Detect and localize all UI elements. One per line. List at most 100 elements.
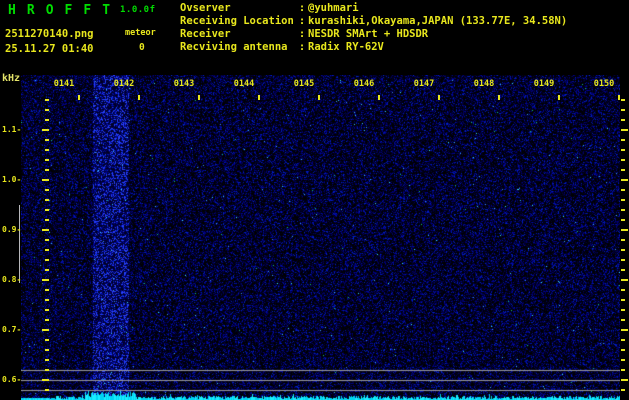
y-axis-tick-label: 0.9-: [2, 225, 22, 234]
y-axis-tick-right: [621, 119, 625, 121]
y-axis-tick-right: [621, 189, 625, 191]
x-axis-time-label: 0147: [413, 79, 435, 89]
observer-info-row: Receiver: NESDR SMArt + HDSDR: [180, 28, 567, 41]
y-axis-tick-left: [45, 99, 49, 101]
y-axis-unit-label: kHz: [2, 73, 21, 84]
x-axis-time-label: 0143: [173, 79, 195, 89]
y-axis-tick-right: [621, 129, 628, 131]
y-axis-tick-left: [45, 189, 49, 191]
x-axis-minute-tick: [618, 95, 620, 100]
frequency-range-marker-bar: [19, 205, 20, 283]
y-axis-tick-label: 1.1-: [2, 125, 22, 134]
y-axis-tick-right: [621, 389, 625, 391]
x-axis-minute-tick: [558, 95, 560, 100]
y-axis-tick-right: [621, 169, 625, 171]
y-axis-tick-left: [45, 119, 49, 121]
observer-info-row: Ovserver: @yuhmari: [180, 2, 567, 15]
y-axis-tick-right: [621, 199, 625, 201]
y-axis-tick-left: [45, 139, 49, 141]
meteor-count-value: 0: [139, 42, 145, 53]
y-axis-tick-left: [42, 179, 49, 181]
info-label: Recviving antenna: [180, 41, 288, 53]
x-axis-time-label: 0142: [113, 79, 135, 89]
y-axis-tick-left: [45, 299, 49, 301]
x-axis-minute-tick: [438, 95, 440, 100]
y-axis-tick-right: [621, 299, 625, 301]
x-axis-time-label: 0144: [233, 79, 255, 89]
y-axis-tick-left: [45, 159, 49, 161]
info-label: Ovserver: [180, 2, 231, 14]
y-axis-tick-right: [621, 359, 625, 361]
y-axis-tick-left: [45, 319, 49, 321]
y-axis-tick-left: [45, 249, 49, 251]
y-axis-tick-right: [621, 149, 625, 151]
observer-info-row: Receiving Location: kurashiki,Okayama,JAP…: [180, 15, 567, 28]
app-title: H R O F F T: [8, 3, 112, 18]
x-axis-time-label: 0149: [533, 79, 555, 89]
y-axis-tick-right: [621, 229, 628, 231]
y-axis-tick-right: [621, 269, 625, 271]
y-axis-tick-left: [45, 369, 49, 371]
y-axis-tick-right: [621, 239, 625, 241]
y-axis-tick-right: [621, 99, 625, 101]
spectrogram-canvas: [21, 75, 620, 400]
y-axis-tick-left: [45, 389, 49, 391]
y-axis-tick-left: [42, 229, 49, 231]
info-value: @yuhmari: [308, 2, 359, 14]
y-axis-tick-left: [45, 199, 49, 201]
x-axis-time-label: 0141: [53, 79, 75, 89]
x-axis-minute-tick: [138, 95, 140, 100]
x-axis-minute-tick: [258, 95, 260, 100]
y-axis-tick-label: 0.7-: [2, 325, 22, 334]
x-axis-minute-tick: [78, 95, 80, 100]
info-separator: :: [298, 2, 306, 14]
y-axis-tick-left: [45, 339, 49, 341]
info-separator: :: [298, 15, 306, 27]
x-axis-minute-tick: [498, 95, 500, 100]
y-axis-tick-label: 0.8-: [2, 275, 22, 284]
x-axis-time-label: 0148: [473, 79, 495, 89]
y-axis-tick-right: [621, 279, 628, 281]
info-separator: :: [298, 41, 306, 53]
hrofft-window: { "app": { "title": "H R O F F T", "vers…: [0, 0, 629, 400]
y-axis-tick-left: [42, 279, 49, 281]
y-axis-tick-right: [621, 379, 628, 381]
y-axis-tick-left: [45, 149, 49, 151]
y-axis-tick-left: [42, 379, 49, 381]
y-axis-tick-left: [45, 259, 49, 261]
y-axis-tick-right: [621, 339, 625, 341]
y-axis-tick-right: [621, 139, 625, 141]
y-axis-tick-right: [621, 349, 625, 351]
y-axis-tick-label: 1.0-: [2, 175, 22, 184]
y-axis-tick-left: [45, 269, 49, 271]
x-axis-time-label: 0146: [353, 79, 375, 89]
y-axis-tick-right: [621, 289, 625, 291]
y-axis-tick-left: [45, 109, 49, 111]
y-axis-tick-left: [45, 239, 49, 241]
info-value: kurashiki,Okayama,JAPAN (133.77E, 34.58N…: [308, 15, 568, 27]
x-axis-minute-tick: [318, 95, 320, 100]
output-filename: 2511270140.png: [5, 28, 94, 40]
y-axis-tick-right: [621, 259, 625, 261]
x-axis-time-label: 0145: [293, 79, 315, 89]
y-axis-tick-right: [621, 219, 625, 221]
info-label: Receiver: [180, 28, 231, 40]
info-value: Radix RY-62V: [308, 41, 384, 53]
y-axis-tick-right: [621, 209, 625, 211]
y-axis-tick-right: [621, 249, 625, 251]
x-axis-minute-tick: [198, 95, 200, 100]
y-axis-tick-left: [45, 219, 49, 221]
y-axis-tick-left: [45, 169, 49, 171]
meteor-count-label: meteor: [125, 28, 156, 38]
y-axis-tick-right: [621, 369, 625, 371]
info-separator: :: [298, 28, 306, 40]
y-axis-tick-right: [621, 159, 625, 161]
y-axis-tick-left: [42, 129, 49, 131]
info-value: NESDR SMArt + HDSDR: [308, 28, 429, 40]
y-axis-tick-label: 0.6-: [2, 375, 22, 384]
y-axis-tick-right: [621, 109, 625, 111]
y-axis-tick-left: [42, 329, 49, 331]
x-axis-time-label: 0150: [593, 79, 615, 89]
observer-info-row: Recviving antenna: Radix RY-62V: [180, 41, 567, 54]
y-axis-tick-left: [45, 359, 49, 361]
